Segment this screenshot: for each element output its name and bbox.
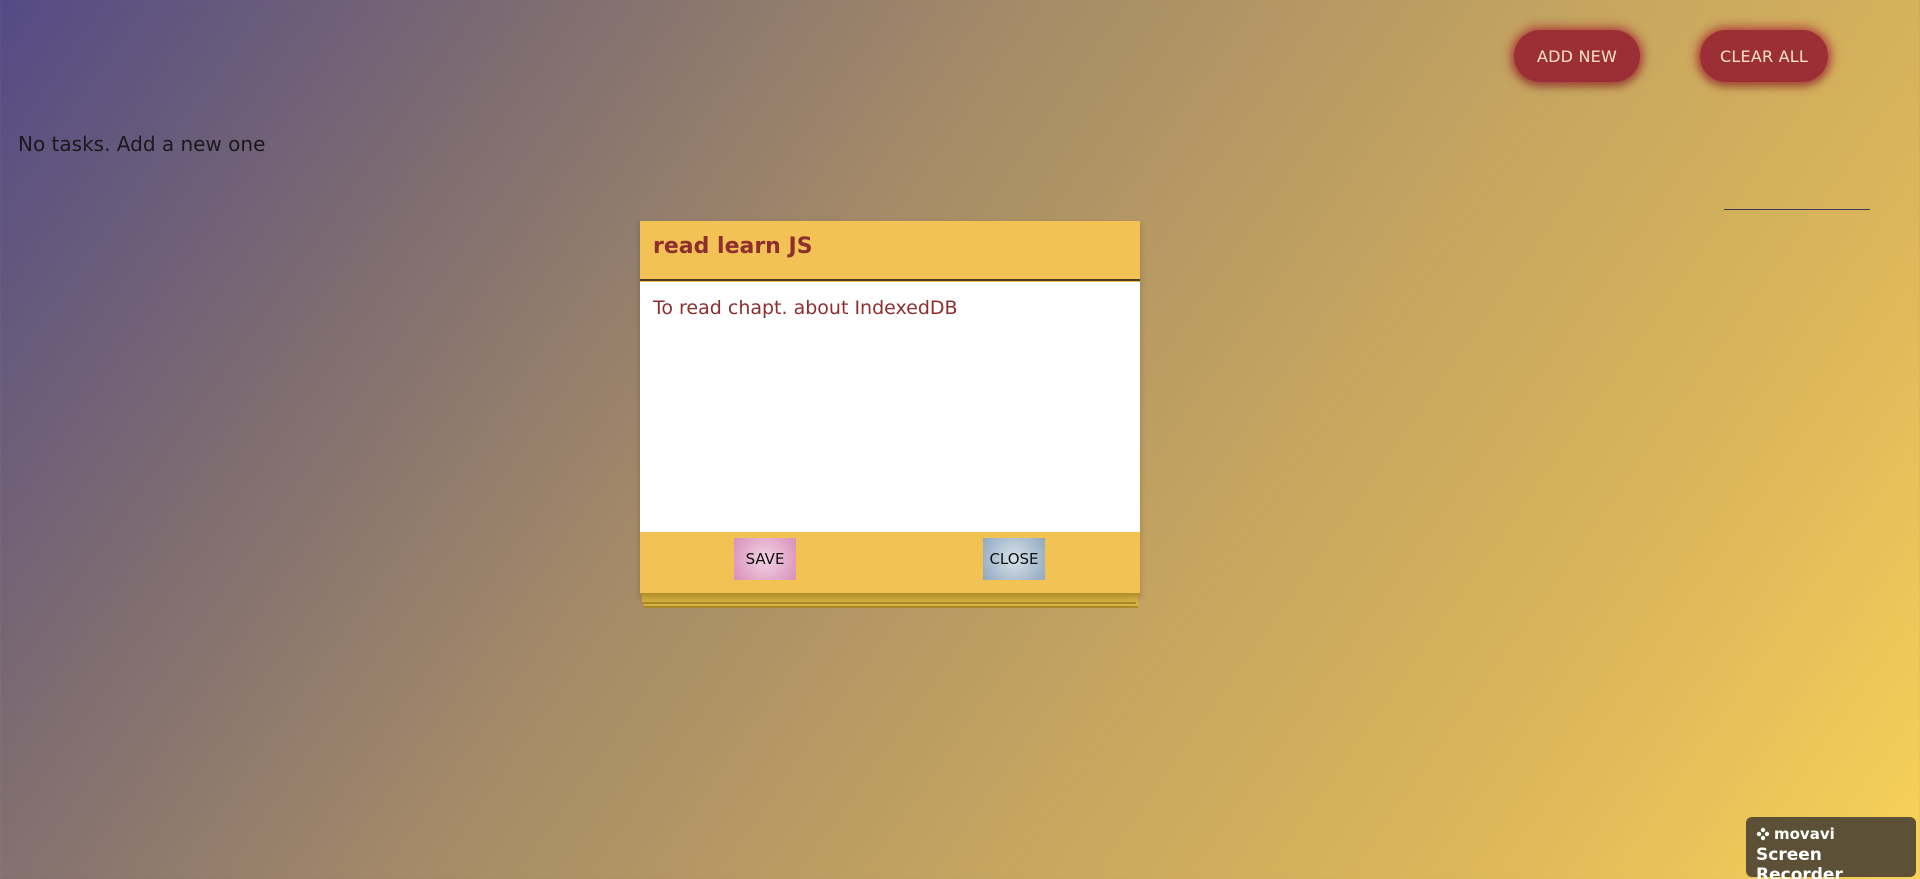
- recorder-watermark: movavi Screen Recorder: [1746, 817, 1916, 879]
- movavi-logo-icon: [1756, 827, 1770, 841]
- task-title-input[interactable]: read learn JS: [640, 221, 1140, 281]
- task-modal: read learn JS To read chapt. about Index…: [640, 221, 1140, 595]
- watermark-brand: movavi: [1774, 825, 1835, 843]
- watermark-product: Screen Recorder: [1756, 845, 1843, 879]
- add-new-button[interactable]: ADD NEW: [1514, 30, 1640, 82]
- save-button[interactable]: SAVE: [734, 538, 796, 580]
- close-button[interactable]: CLOSE: [983, 538, 1045, 580]
- task-description-textarea[interactable]: To read chapt. about IndexedDB: [640, 282, 1140, 532]
- empty-tasks-message: No tasks. Add a new one: [18, 132, 266, 156]
- divider-line: [1724, 209, 1870, 210]
- clear-all-button[interactable]: CLEAR ALL: [1700, 30, 1828, 82]
